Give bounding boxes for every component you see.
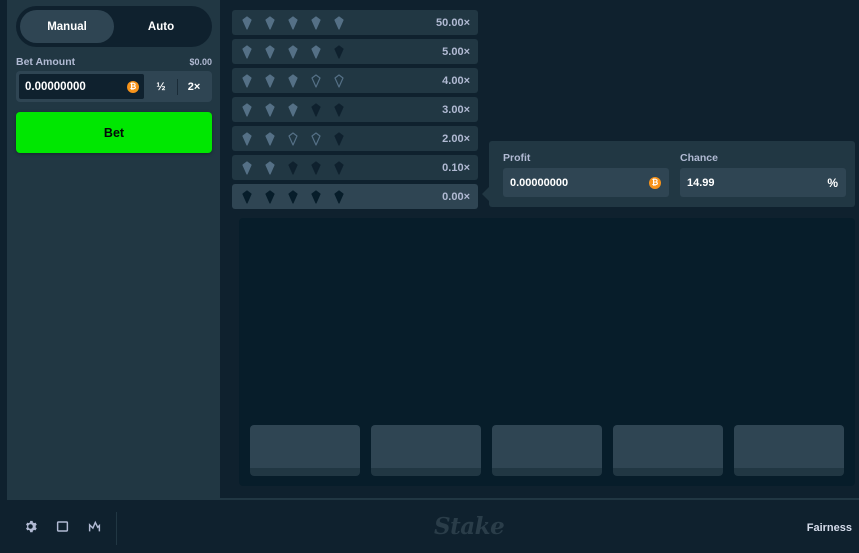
gem-icon [263, 73, 277, 88]
stats-icon[interactable] [87, 519, 101, 533]
footer-divider [116, 512, 117, 545]
double-bet-button[interactable]: 2× [178, 73, 210, 100]
gem-icon [263, 189, 277, 204]
gem-icon [240, 102, 254, 117]
game-footer: Stake Fairness [7, 498, 859, 553]
gem-indicators [240, 102, 346, 117]
game-tile[interactable] [250, 425, 360, 476]
profit-block: Profit 0.00000000 ₿ [503, 152, 669, 197]
gem-icon [240, 15, 254, 30]
game-tile[interactable] [492, 425, 602, 476]
payout-row: 4.00× [232, 68, 478, 93]
bet-button[interactable]: Bet [16, 112, 212, 153]
gem-icon [286, 73, 300, 88]
gem-icon [309, 102, 323, 117]
app-window: Manual Auto Bet Amount $0.00 0.00000000 … [7, 0, 859, 553]
mode-toggle: Manual Auto [16, 6, 212, 47]
theatre-mode-icon[interactable] [55, 519, 69, 533]
half-bet-button[interactable]: ½ [145, 73, 177, 100]
gem-icon [286, 44, 300, 59]
gem-indicators [240, 160, 346, 175]
gem-icon [286, 189, 300, 204]
payout-row: 2.00× [232, 126, 478, 151]
gem-icon [286, 131, 300, 146]
payout-row: 5.00× [232, 39, 478, 64]
payout-table: 50.00× 5.00× 4.00× 3.00× 2.00× 0.10× 0.00× [232, 10, 478, 213]
gem-icon [263, 160, 277, 175]
gem-icon [286, 15, 300, 30]
stake-logo: Stake [434, 513, 505, 540]
gem-icon [309, 15, 323, 30]
bet-amount-control: 0.00000000 ₿ ½ 2× [16, 71, 212, 102]
gem-icon [332, 160, 346, 175]
payout-multiplier: 2.00× [442, 132, 470, 145]
payout-multiplier: 4.00× [442, 74, 470, 87]
gem-icon [240, 131, 254, 146]
gem-icon [263, 44, 277, 59]
bitcoin-icon: ₿ [127, 80, 139, 93]
gem-indicators [240, 73, 346, 88]
gem-icon [332, 189, 346, 204]
gem-icon [263, 102, 277, 117]
stats-tooltip: Profit 0.00000000 ₿ Chance 14.99 % [482, 141, 855, 207]
bet-amount-label: Bet Amount [16, 56, 76, 68]
game-tile[interactable] [734, 425, 844, 476]
gem-icon [240, 189, 254, 204]
percent-icon: % [827, 175, 838, 190]
auto-tab[interactable]: Auto [114, 10, 208, 43]
gem-icon [309, 131, 323, 146]
profit-field: 0.00000000 ₿ [503, 168, 669, 197]
game-tile[interactable] [613, 425, 723, 476]
payout-multiplier: 0.10× [442, 161, 470, 174]
gem-indicators [240, 15, 346, 30]
game-tile[interactable] [371, 425, 481, 476]
chance-value: 14.99 [687, 176, 715, 189]
payout-row: 3.00× [232, 97, 478, 122]
game-area: 50.00× 5.00× 4.00× 3.00× 2.00× 0.10× 0.00× Pro… [220, 0, 859, 498]
payout-multiplier: 3.00× [442, 103, 470, 116]
game-board [239, 218, 855, 486]
footer-controls [23, 519, 101, 533]
chance-label: Chance [680, 152, 718, 164]
bet-sidebar: Manual Auto Bet Amount $0.00 0.00000000 … [7, 0, 220, 498]
gem-icon [309, 73, 323, 88]
gem-icon [332, 15, 346, 30]
gem-icon [309, 160, 323, 175]
gem-icon [240, 160, 254, 175]
payout-multiplier: 0.00× [442, 190, 470, 203]
gem-icon [332, 102, 346, 117]
gem-indicators [240, 131, 346, 146]
chance-block: Chance 14.99 % [680, 152, 846, 197]
chance-field: 14.99 % [680, 168, 846, 197]
gem-icon [240, 44, 254, 59]
profit-value: 0.00000000 [510, 176, 569, 189]
payout-row: 0.00× [232, 184, 478, 209]
gem-icon [286, 102, 300, 117]
payout-multiplier: 5.00× [442, 45, 470, 58]
profit-label: Profit [503, 152, 531, 164]
gem-icon [309, 189, 323, 204]
gem-indicators [240, 44, 346, 59]
manual-tab[interactable]: Manual [20, 10, 114, 43]
gear-icon[interactable] [23, 519, 37, 533]
payout-row: 50.00× [232, 10, 478, 35]
bitcoin-icon: ₿ [649, 176, 661, 189]
tile-row [250, 425, 844, 476]
bet-amount-usd: $0.00 [189, 57, 212, 67]
gem-icon [332, 73, 346, 88]
gem-icon [332, 44, 346, 59]
gem-icon [263, 131, 277, 146]
gem-icon [240, 73, 254, 88]
gem-icon [286, 160, 300, 175]
bet-amount-value: 0.00000000 [25, 80, 86, 93]
gem-indicators [240, 189, 346, 204]
bet-amount-input[interactable]: 0.00000000 ₿ [18, 73, 145, 100]
payout-multiplier: 50.00× [436, 16, 470, 29]
payout-row: 0.10× [232, 155, 478, 180]
gem-icon [332, 131, 346, 146]
bet-amount-header: Bet Amount $0.00 [16, 56, 212, 68]
gem-icon [309, 44, 323, 59]
fairness-link[interactable]: Fairness [807, 522, 852, 534]
gem-icon [263, 15, 277, 30]
